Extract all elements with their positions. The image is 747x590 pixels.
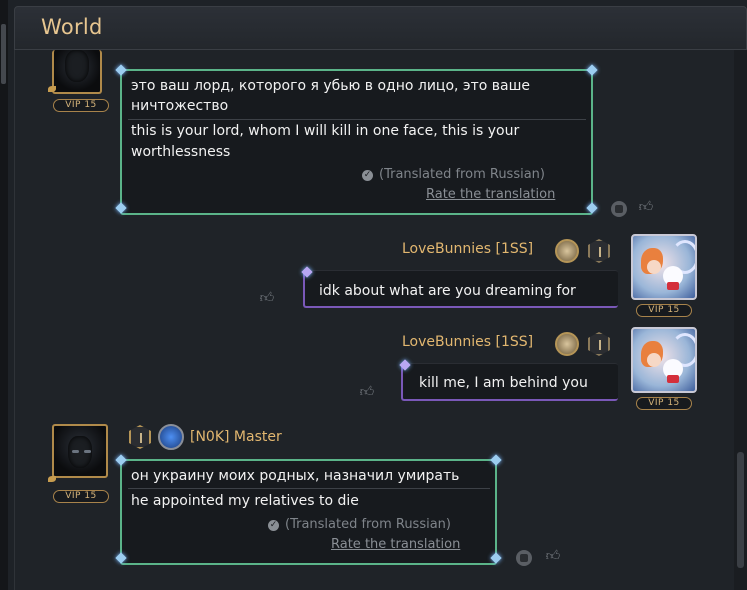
sender-name[interactable]: LoveBunnies [1SS] (402, 334, 533, 350)
message-original-text: ничтожество (131, 98, 229, 114)
thumbs-up-icon[interactable]: 👍︎ (359, 384, 375, 400)
avatar[interactable] (631, 327, 697, 393)
avatar[interactable] (631, 234, 697, 300)
translated-notice: ✓ (Translated from Russian) (268, 517, 451, 532)
message-translation-text: worthlessness (131, 144, 231, 160)
divider (128, 488, 490, 489)
copy-icon[interactable] (516, 550, 532, 566)
translated-from-label: (Translated from Russian) (379, 167, 545, 182)
vip-leaf-icon (48, 86, 56, 92)
copy-icon[interactable] (611, 201, 627, 217)
avatar[interactable] (52, 424, 108, 478)
vip-badge: VIP 15 (636, 397, 692, 410)
thumbs-up-icon[interactable]: 👍︎ (638, 199, 654, 215)
left-scrollbar[interactable] (0, 0, 8, 590)
message-original-text: он украину моих родных, назначил умирать (131, 468, 460, 484)
vip-badge: VIP 15 (53, 490, 109, 503)
guild-badge-icon (158, 424, 184, 450)
channel-title: World (41, 15, 103, 39)
message-original-text: это ваш лорд, которого я убью в одно лиц… (131, 78, 531, 94)
message-translation-text: this is your lord, whom I will kill in o… (131, 123, 520, 139)
sender-name[interactable]: LoveBunnies [1SS] (402, 241, 533, 257)
chat-scroll-thumb[interactable] (737, 452, 744, 568)
vip-badge: VIP 15 (53, 99, 109, 112)
translated-notice: ✓ (Translated from Russian) (362, 167, 545, 182)
rate-translation-link[interactable]: Rate the translation (331, 537, 460, 552)
vip-leaf-icon (48, 476, 56, 482)
rank-badge-icon (555, 239, 579, 263)
translated-from-label: (Translated from Russian) (285, 517, 451, 532)
chat-header: World (14, 6, 747, 50)
check-icon: ✓ (362, 170, 373, 181)
thumbs-up-icon[interactable]: 👍︎ (259, 290, 275, 306)
check-icon: ✓ (268, 520, 279, 531)
message-text: kill me, I am behind you (419, 375, 588, 391)
sender-name[interactable]: [N0K] Master (190, 429, 282, 445)
vip-badge: VIP 15 (636, 304, 692, 317)
rate-translation-link[interactable]: Rate the translation (426, 187, 555, 202)
message-text: idk about what are you dreaming for (319, 283, 576, 299)
avatar[interactable] (52, 50, 102, 94)
left-scroll-thumb[interactable] (1, 24, 6, 84)
message-translation-text: he appointed my relatives to die (131, 493, 359, 509)
thumbs-up-icon[interactable]: 👍︎ (545, 548, 561, 564)
rank-badge-icon (555, 332, 579, 356)
